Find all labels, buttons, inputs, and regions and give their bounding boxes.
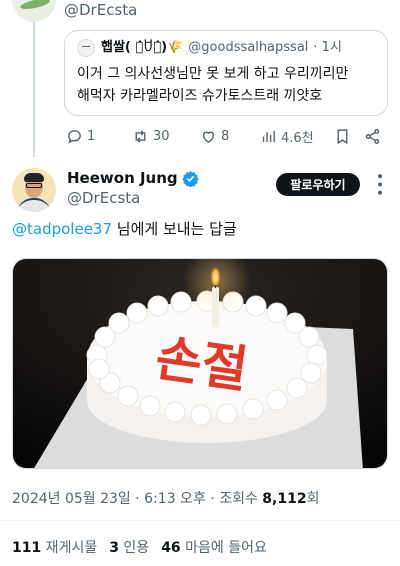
share-icon	[365, 128, 380, 144]
replying-to-line: @tadpolee37 님에게 보내는 답글	[12, 219, 237, 239]
quoted-text-line: 해먹자 카라멜라이즈 슈가토스트래 끼얏호	[77, 88, 323, 104]
likes-stat-label: 마음에 들어요	[180, 540, 267, 556]
quoted-tweet-text: 이거 그 의사선생님만 못 보게 하고 우리끼리만 해먹자 카라멜라이즈 슈가토…	[77, 63, 375, 107]
quotes-stat[interactable]: 3 인용	[109, 540, 149, 556]
analytics-icon	[262, 130, 275, 142]
bookmark-icon	[337, 128, 348, 144]
reply-button[interactable]: 1	[66, 124, 95, 148]
reposts-stat-label: 재게시물	[41, 540, 98, 556]
quoted-handle[interactable]: @goodssalhapssal	[188, 39, 308, 57]
follow-button[interactable]: 팔로우하기	[276, 173, 360, 196]
bookmark-button[interactable]	[334, 124, 355, 148]
reposts-stat-number: 111	[12, 540, 42, 556]
repost-count: 30	[153, 128, 170, 144]
timestamp-time[interactable]: 6:13 오후	[144, 491, 206, 507]
author-name-text: Heewon Jung	[67, 169, 178, 187]
stats-divider	[0, 520, 400, 521]
views-suffix: 회	[306, 491, 320, 507]
avatar-glasses-shape	[26, 183, 42, 188]
more-options-icon[interactable]: •••	[371, 172, 387, 197]
reply-to-suffix: 님에게 보내는 답글	[112, 220, 237, 238]
quoted-avatar[interactable]	[77, 39, 95, 57]
cake-photo: 손절	[13, 259, 387, 468]
likes-stat-number: 46	[161, 540, 181, 556]
quoted-display-name[interactable]: 햅쌀( ꒪̇ꇴ꒪̇)🌾	[101, 39, 183, 57]
repost-button[interactable]: 30	[132, 124, 170, 148]
timestamp-separator: ·	[130, 491, 145, 507]
share-button[interactable]	[364, 124, 385, 148]
heart-icon	[202, 131, 215, 143]
likes-stat[interactable]: 46 마음에 들어요	[161, 540, 267, 556]
tweet-media-image[interactable]: 손절	[12, 258, 388, 469]
avatar-hair-shape	[24, 173, 44, 182]
parent-handle[interactable]: @DrEcsta	[64, 0, 137, 20]
author-avatar[interactable]	[12, 168, 56, 212]
like-count: 8	[221, 128, 230, 144]
timestamp-separator: ·	[205, 491, 220, 507]
quoted-tweet[interactable]: 햅쌀( ꒪̇ꇴ꒪̇)🌾 @goodssalhapssal · 1시 이거 그 의…	[64, 30, 388, 116]
reply-icon	[68, 129, 81, 144]
candle	[212, 287, 219, 327]
quotes-stat-label: 인용	[118, 540, 150, 556]
like-button[interactable]: 8	[200, 124, 229, 148]
quoted-text-line: 이거 그 의사선생님만 못 보게 하고 우리끼리만	[77, 66, 349, 82]
tweet-timestamp: 2024년 05월 23일 · 6:13 오후 · 조회수 8,112회	[12, 489, 319, 509]
verified-badge-icon	[181, 170, 199, 187]
parent-avatar[interactable]	[12, 0, 56, 22]
quoted-time[interactable]: · 1시	[313, 39, 342, 57]
author-display-name[interactable]: Heewon Jung	[67, 168, 199, 188]
author-handle[interactable]: @DrEcsta	[67, 188, 140, 208]
engagement-stats: 111 재게시물 3 인용 46 마음에 들어요	[12, 538, 267, 558]
avatar-leaf-shape	[19, 0, 51, 12]
views-label: 조회수	[219, 491, 263, 507]
reply-to-mention-link[interactable]: @tadpolee37	[12, 220, 112, 238]
timestamp-date[interactable]: 2024년 05월 23일	[12, 491, 131, 507]
candle-flame	[210, 264, 221, 286]
quoted-tweet-header: 햅쌀( ꒪̇ꇴ꒪̇)🌾 @goodssalhapssal · 1시	[77, 39, 375, 57]
repost-icon	[135, 129, 146, 143]
views-button[interactable]: 4.6천	[260, 124, 314, 148]
views-value: 8,112	[262, 491, 307, 507]
view-count: 4.6천	[281, 130, 314, 146]
thread-connector-line	[33, 22, 35, 157]
quotes-stat-number: 3	[109, 540, 119, 556]
tweet-actions-bar: 1 30 8 4.6천	[64, 124, 388, 148]
reposts-stat[interactable]: 111 재게시물	[12, 540, 97, 556]
reply-count: 1	[87, 128, 96, 144]
avatar-coat-shape	[17, 198, 51, 212]
